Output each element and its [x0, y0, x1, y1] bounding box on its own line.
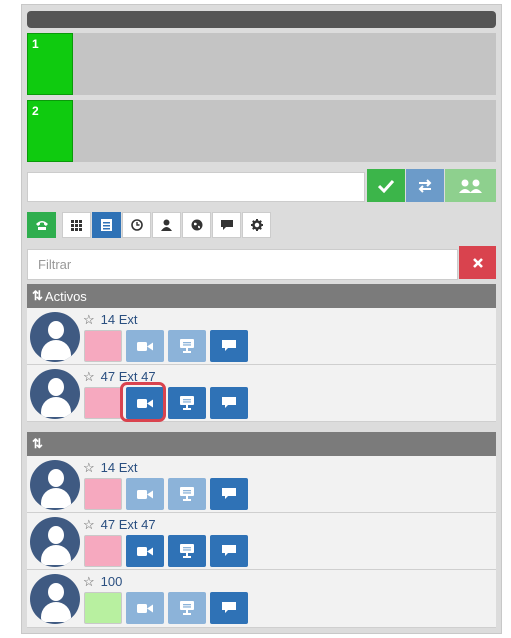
group-icon — [458, 179, 482, 193]
chat-button[interactable] — [210, 535, 248, 567]
phone-icon — [35, 221, 48, 230]
video-icon — [137, 341, 153, 351]
screen-share-icon — [180, 601, 194, 615]
star-icon[interactable]: ☆ — [83, 369, 95, 384]
screen-share-button[interactable] — [168, 387, 206, 419]
tab-settings[interactable] — [242, 212, 271, 238]
presence-status — [84, 592, 122, 624]
contact-name: ☆ 100 — [83, 574, 122, 590]
screen-share-icon — [180, 487, 194, 501]
check-icon — [378, 179, 394, 193]
presence-status — [84, 330, 122, 362]
contact-row[interactable]: ☆ 14 Ext — [27, 456, 496, 513]
active-section-title: Activos — [44, 288, 87, 304]
contact-row[interactable]: ☆ 100 — [27, 570, 496, 628]
dial-input[interactable] — [27, 172, 365, 202]
chat-icon — [222, 488, 236, 499]
star-icon[interactable]: ☆ — [83, 312, 95, 327]
contact-label: 14 Ext — [100, 312, 138, 327]
screen-share-button[interactable] — [168, 535, 206, 567]
filter-input[interactable]: Filtrar — [27, 249, 458, 280]
screen-share-icon — [180, 339, 194, 353]
star-icon[interactable]: ☆ — [83, 517, 95, 532]
confirm-button[interactable] — [367, 169, 405, 202]
contact-row[interactable]: ☆ 14 Ext — [27, 308, 496, 365]
contact-label: 14 Ext — [100, 460, 138, 475]
all-section-header[interactable]: ⇅ — [27, 432, 496, 456]
chat-icon — [222, 545, 236, 556]
dialpad-icon — [71, 219, 82, 231]
chat-button[interactable] — [210, 330, 248, 362]
transfer-button[interactable] — [406, 169, 444, 202]
clear-filter-button[interactable] — [459, 246, 496, 279]
video-call-button[interactable] — [126, 330, 164, 362]
tab-phone[interactable] — [27, 212, 56, 238]
line-1[interactable]: 1 — [27, 33, 496, 95]
video-icon — [137, 603, 153, 613]
tab-history[interactable] — [122, 212, 151, 238]
star-icon[interactable]: ☆ — [83, 574, 95, 589]
screen-share-icon — [180, 396, 194, 410]
contact-row[interactable]: ☆ 47 Ext 47 — [27, 513, 496, 570]
sort-icon: ⇅ — [32, 288, 43, 303]
avatar — [30, 369, 80, 419]
line-2[interactable]: 2 — [27, 100, 496, 162]
avatar — [30, 312, 80, 362]
avatar — [30, 517, 80, 567]
star-icon[interactable]: ☆ — [83, 460, 95, 475]
presence-status — [84, 387, 122, 419]
tab-user[interactable] — [152, 212, 181, 238]
presence-status — [84, 535, 122, 567]
chat-icon — [222, 340, 236, 351]
video-icon — [137, 489, 153, 499]
presence-status — [84, 478, 122, 510]
conference-button[interactable] — [445, 169, 496, 202]
tab-contacts-list[interactable] — [92, 212, 121, 238]
line-2-indicator[interactable]: 2 — [27, 100, 73, 162]
chat-icon — [222, 602, 236, 613]
contact-name: ☆ 14 Ext — [83, 312, 138, 328]
history-icon — [130, 219, 143, 231]
screen-share-button[interactable] — [168, 478, 206, 510]
chat-button[interactable] — [210, 387, 248, 419]
chat-button[interactable] — [210, 478, 248, 510]
settings-icon — [250, 219, 263, 231]
tab-dialpad[interactable] — [62, 212, 91, 238]
list-icon — [101, 219, 112, 231]
sort-icon: ⇅ — [32, 436, 43, 451]
transfer-icon — [418, 178, 432, 193]
contact-row[interactable]: ☆ 47 Ext 47 — [27, 365, 496, 422]
video-call-button[interactable] — [126, 535, 164, 567]
screen-share-icon — [180, 544, 194, 558]
screen-share-button[interactable] — [168, 330, 206, 362]
avatar — [30, 460, 80, 510]
video-button-highlight — [120, 382, 166, 422]
chat-icon — [220, 219, 233, 230]
globe-icon — [191, 219, 202, 231]
chat-button[interactable] — [210, 592, 248, 624]
chat-icon — [222, 397, 236, 408]
line-1-indicator[interactable]: 1 — [27, 33, 73, 95]
tab-web[interactable] — [182, 212, 211, 238]
contact-name: ☆ 14 Ext — [83, 460, 138, 476]
screen-share-button[interactable] — [168, 592, 206, 624]
active-section-header[interactable]: ⇅ Activos — [27, 284, 496, 308]
close-icon — [472, 257, 483, 268]
avatar — [30, 574, 80, 624]
user-icon — [161, 219, 172, 231]
tab-chat[interactable] — [212, 212, 241, 238]
contact-label: 100 — [100, 574, 123, 589]
softphone-panel: 1 2 Filtrar ⇅ Activos ☆ 14 Ext ☆ 47 Ext … — [21, 4, 502, 634]
contact-name: ☆ 47 Ext 47 — [83, 517, 156, 533]
video-call-button[interactable] — [126, 478, 164, 510]
video-icon — [137, 546, 153, 556]
video-call-button[interactable] — [126, 592, 164, 624]
title-bar — [27, 11, 496, 28]
contact-label: 47 Ext 47 — [100, 517, 156, 532]
